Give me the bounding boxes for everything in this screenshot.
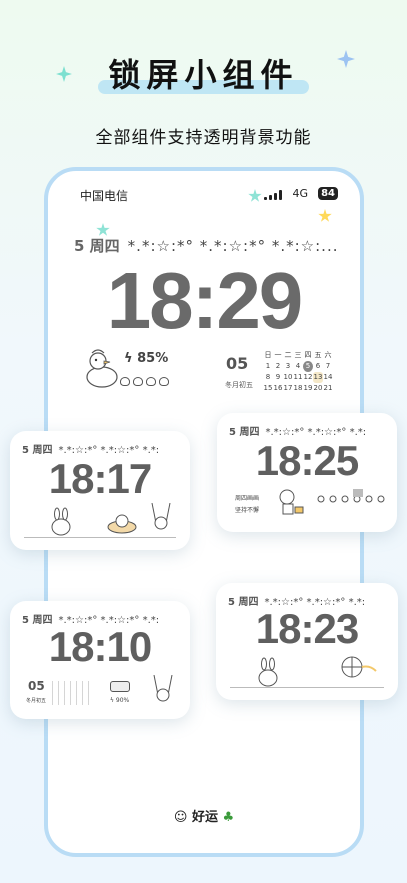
card-time: 18:23	[255, 605, 359, 652]
duckling-row	[120, 377, 169, 386]
bunny-illustration	[258, 657, 278, 687]
bolt-icon: ϟ	[124, 351, 133, 366]
clover-icon: ♣	[222, 810, 235, 825]
card-time: 18:25	[255, 437, 359, 484]
carrier-label: 中国电信	[80, 189, 129, 203]
card-time: 18:10	[48, 623, 152, 670]
headline-text: 锁屏小组件	[98, 50, 309, 96]
day-number: 05	[226, 354, 249, 373]
smiley-icon: ☺	[173, 810, 188, 825]
mini-calendar: 日一二三四五六 1234567 8 9 10 11 12 13 14 15 16 17 18 19 2…	[263, 350, 333, 394]
status-bar: 中国电信 4G 84	[80, 187, 338, 205]
widget-card-2: 5 周四 *.*:☆:*° *.*:☆:*° *.*: 18:25 周四画画 坚持…	[217, 413, 397, 532]
date-decoration: *.*:☆:*° *.*:☆:*° *.*:☆:...	[127, 237, 339, 255]
weekday-figures	[317, 489, 385, 503]
card-lunar: 冬月初五	[26, 698, 47, 704]
swing-illustration	[153, 675, 173, 702]
lunar-date: 冬月初五	[225, 381, 253, 389]
lockscreen-date: 5 周四 *.*:☆:*° *.*:☆:*° *.*:☆:...	[74, 235, 338, 256]
calendar-row: 8 9 10 11 12 13 14	[265, 372, 333, 383]
good-luck-label: ☺ 好运 ♣	[173, 810, 235, 825]
card-date: 5 周四 *.*:☆:*° *.*:☆:*° *.*:	[229, 427, 367, 438]
calendar-row: 1234567	[265, 361, 331, 372]
calendar-header: 日一二三四五六	[264, 351, 332, 359]
signal-icon	[264, 190, 282, 200]
mini-calendar-grid	[52, 681, 92, 705]
bunny-illustration	[51, 507, 71, 536]
card-time: 18:17	[48, 455, 152, 502]
battery-icon	[110, 681, 130, 692]
battery-percentage: ϟ 85%	[124, 351, 168, 366]
lockscreen-time: 18:29	[106, 256, 304, 345]
duck-illustration	[86, 349, 118, 388]
subheadline: 全部组件支持透明背景功能	[95, 128, 312, 148]
selected-day: 5	[303, 361, 313, 372]
bolt-icon: ϟ	[110, 697, 114, 704]
card-note: 周四画画	[235, 495, 260, 502]
widget-card-1: 5 周四 *.*:☆:*° *.*:☆:*° *.*: 18:17	[10, 431, 190, 550]
widget-card-4: 5 周四 *.*:☆:*° *.*:☆:*° *.*: 18:23	[216, 583, 398, 700]
battery-badge: 84	[318, 187, 338, 200]
swing-illustration	[151, 503, 171, 530]
battery-value: 85%	[137, 351, 169, 366]
cat-basket-illustration	[107, 514, 137, 534]
widget-card-3: 5 周四 *.*:☆:*° *.*:☆:*° *.*: 18:10 05 冬月初五…	[10, 601, 190, 719]
calendar-row: 15 16 17 18 19 20 21	[263, 384, 333, 392]
card-day-number: 05	[28, 679, 45, 693]
headline: 锁屏小组件	[0, 50, 407, 96]
kite-illustration	[341, 656, 377, 678]
date-text: 5 周四	[74, 237, 120, 255]
network-label: 4G	[292, 187, 308, 200]
card-battery: ϟ 90%	[110, 697, 130, 704]
card-note: 坚持不懈	[235, 507, 260, 514]
star-icon	[318, 209, 332, 222]
drawing-kid-illustration	[279, 489, 304, 515]
card-date: 5 周四 *.*:☆:*° *.*:☆:*° *.*:	[22, 445, 160, 456]
